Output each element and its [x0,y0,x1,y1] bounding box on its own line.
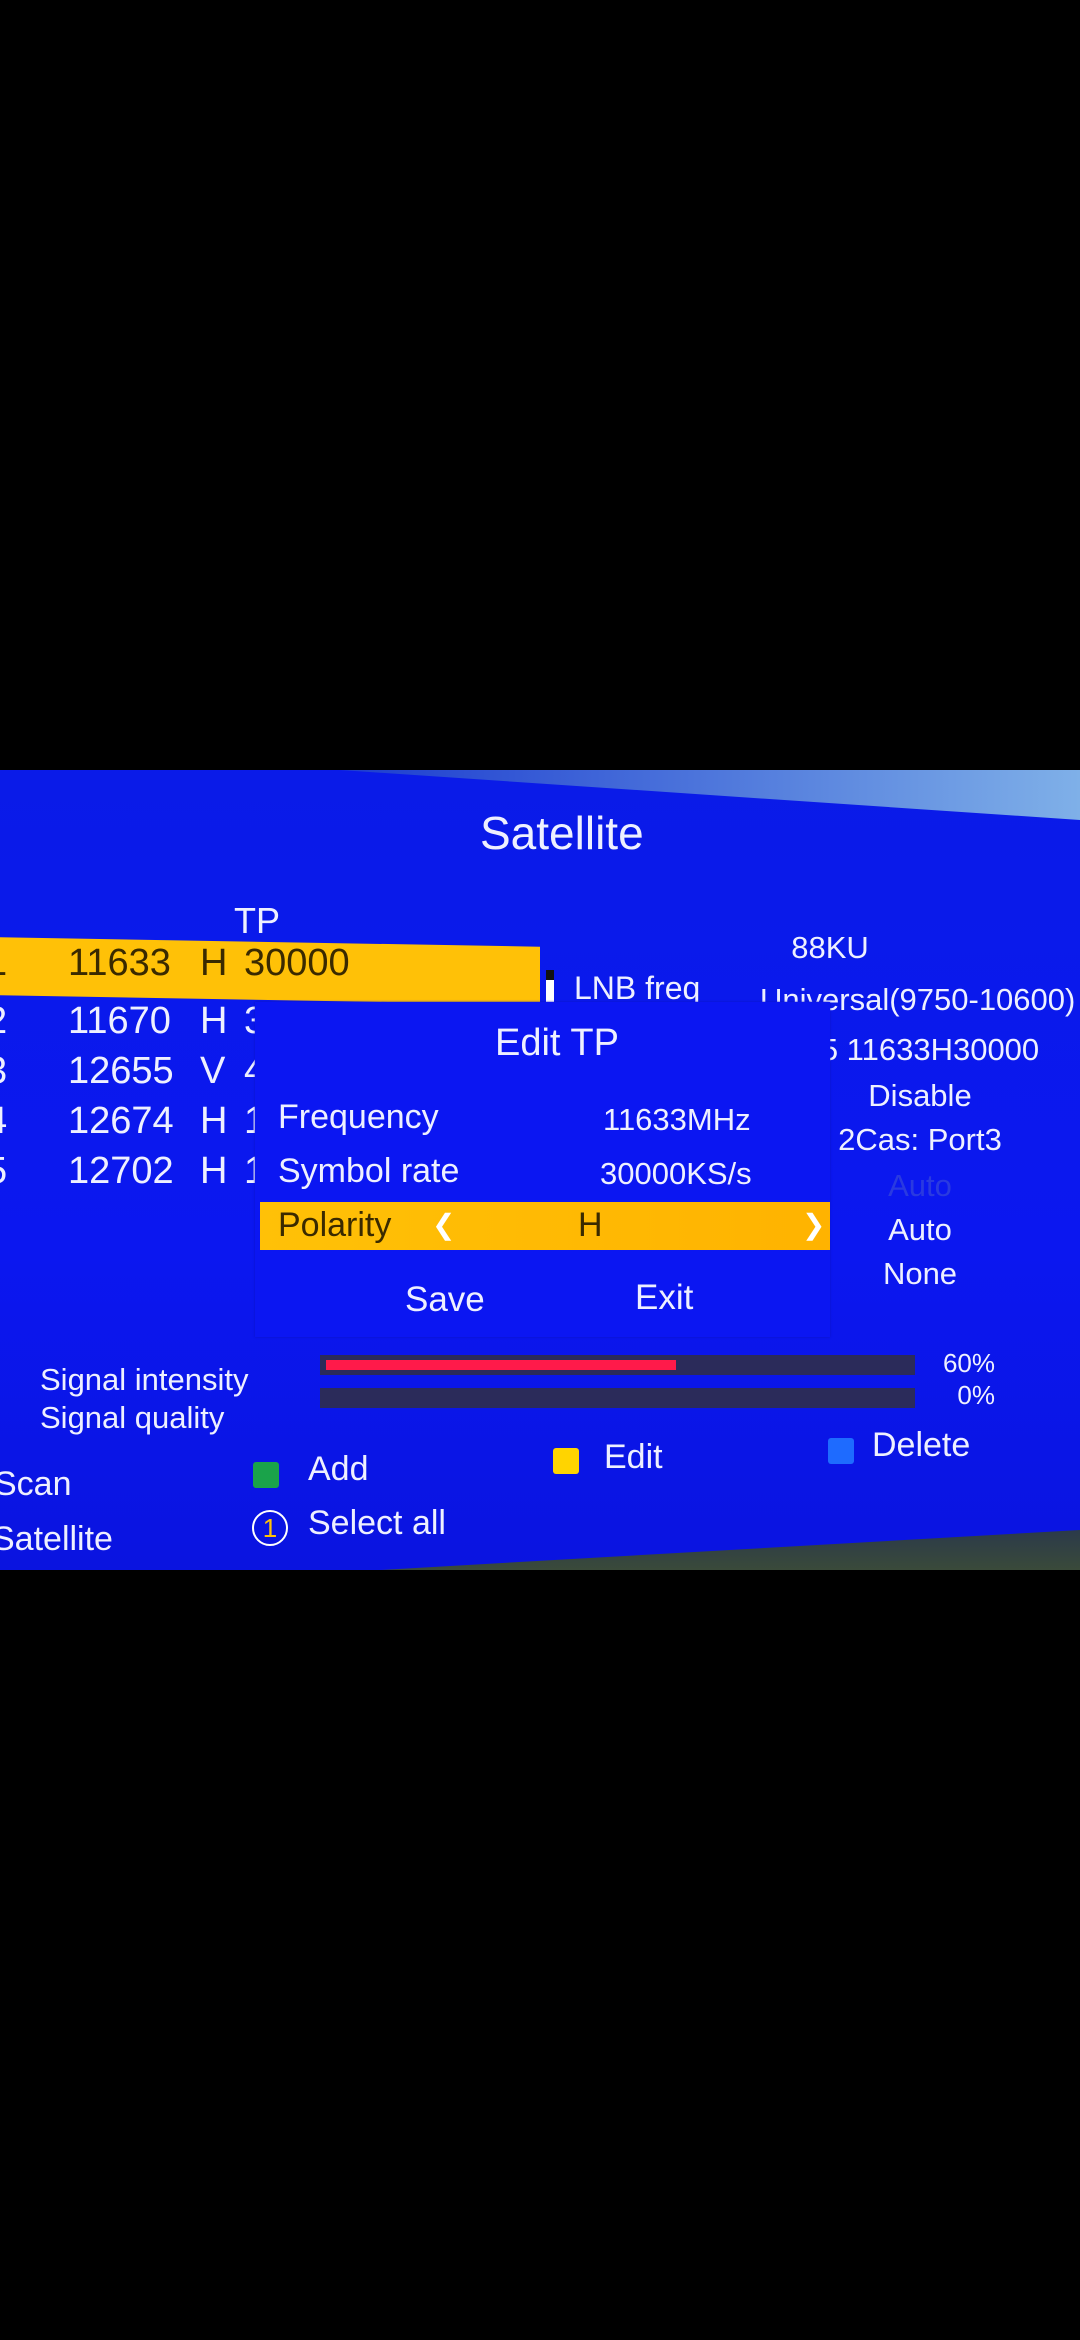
tp-index: 3 [0,1050,7,1093]
polarity-label: Polarity [278,1206,392,1244]
add-button[interactable]: Add [308,1450,369,1489]
frequency-field[interactable]: 11633MHz [603,1102,751,1138]
scan-menu-item[interactable]: Scan [0,1465,72,1504]
tp-index: 1 [0,942,7,985]
satellite-menu-item[interactable]: Satellite [0,1520,113,1559]
save-button[interactable]: Save [405,1280,485,1320]
tp-index: 5 [0,1150,7,1193]
signal-quality-percent: 0% [957,1380,995,1410]
signal-intensity-percent: 60% [942,1348,995,1378]
tp-polarity: H [200,942,228,984]
symbol-rate-field[interactable]: 30000KS/s [600,1156,752,1192]
signal-quality-label: Signal quality [40,1400,225,1435]
chevron-left-icon[interactable]: ❮ [432,1208,455,1241]
page-title: Satellite [480,807,644,859]
tp-frequency: 11633 [68,942,171,984]
tp-frequency: 12702 [68,1150,174,1192]
key-1-icon: 1 [252,1510,288,1546]
signal-intensity-fill [326,1360,676,1370]
tp-polarity: V [200,1050,226,1092]
tp-row[interactable]: 1 11633 H 30000 [0,942,540,1000]
satellite-name-value[interactable]: 88KU [680,930,980,966]
screen-edge [340,770,1080,820]
tv-menu-screen: Satellite TP 1 11633 H 30000 2 11670 H 3… [0,770,1080,1570]
edit-tp-dialog: Edit TP Frequency 11633MHz Symbol rate 3… [255,1002,830,1337]
delete-button[interactable]: Delete [872,1426,970,1465]
yellow-key-icon [553,1448,579,1474]
frequency-label: Frequency [278,1098,439,1136]
polarity-value: H [578,1206,603,1244]
chevron-right-icon[interactable]: ❯ [802,1208,825,1241]
signal-quality-bar [320,1388,915,1408]
tp-frequency: 12674 [68,1100,174,1142]
signal-intensity-label: Signal intensity [40,1362,249,1397]
exit-button[interactable]: Exit [635,1278,693,1318]
tp-index: 2 [0,1000,7,1043]
symbol-rate-label: Symbol rate [278,1152,460,1190]
tp-polarity: H [200,1150,228,1192]
green-key-icon [253,1462,279,1488]
dialog-title: Edit TP [495,1022,619,1064]
tp-polarity: H [200,1000,228,1042]
edit-button[interactable]: Edit [604,1438,663,1477]
tp-frequency: 12655 [68,1050,174,1092]
tp-symbol-rate: 30000 [244,942,350,984]
blue-key-icon [828,1438,854,1464]
background-grass [380,1530,1080,1570]
polarity-selector[interactable]: Polarity ❮ H ❯ [260,1202,830,1250]
tp-frequency: 11670 [68,1000,171,1042]
tp-polarity: H [200,1100,228,1142]
tp-column-header: TP [234,900,281,941]
select-all-button[interactable]: Select all [308,1504,446,1543]
signal-intensity-bar [320,1355,915,1375]
tp-index: 4 [0,1100,7,1143]
